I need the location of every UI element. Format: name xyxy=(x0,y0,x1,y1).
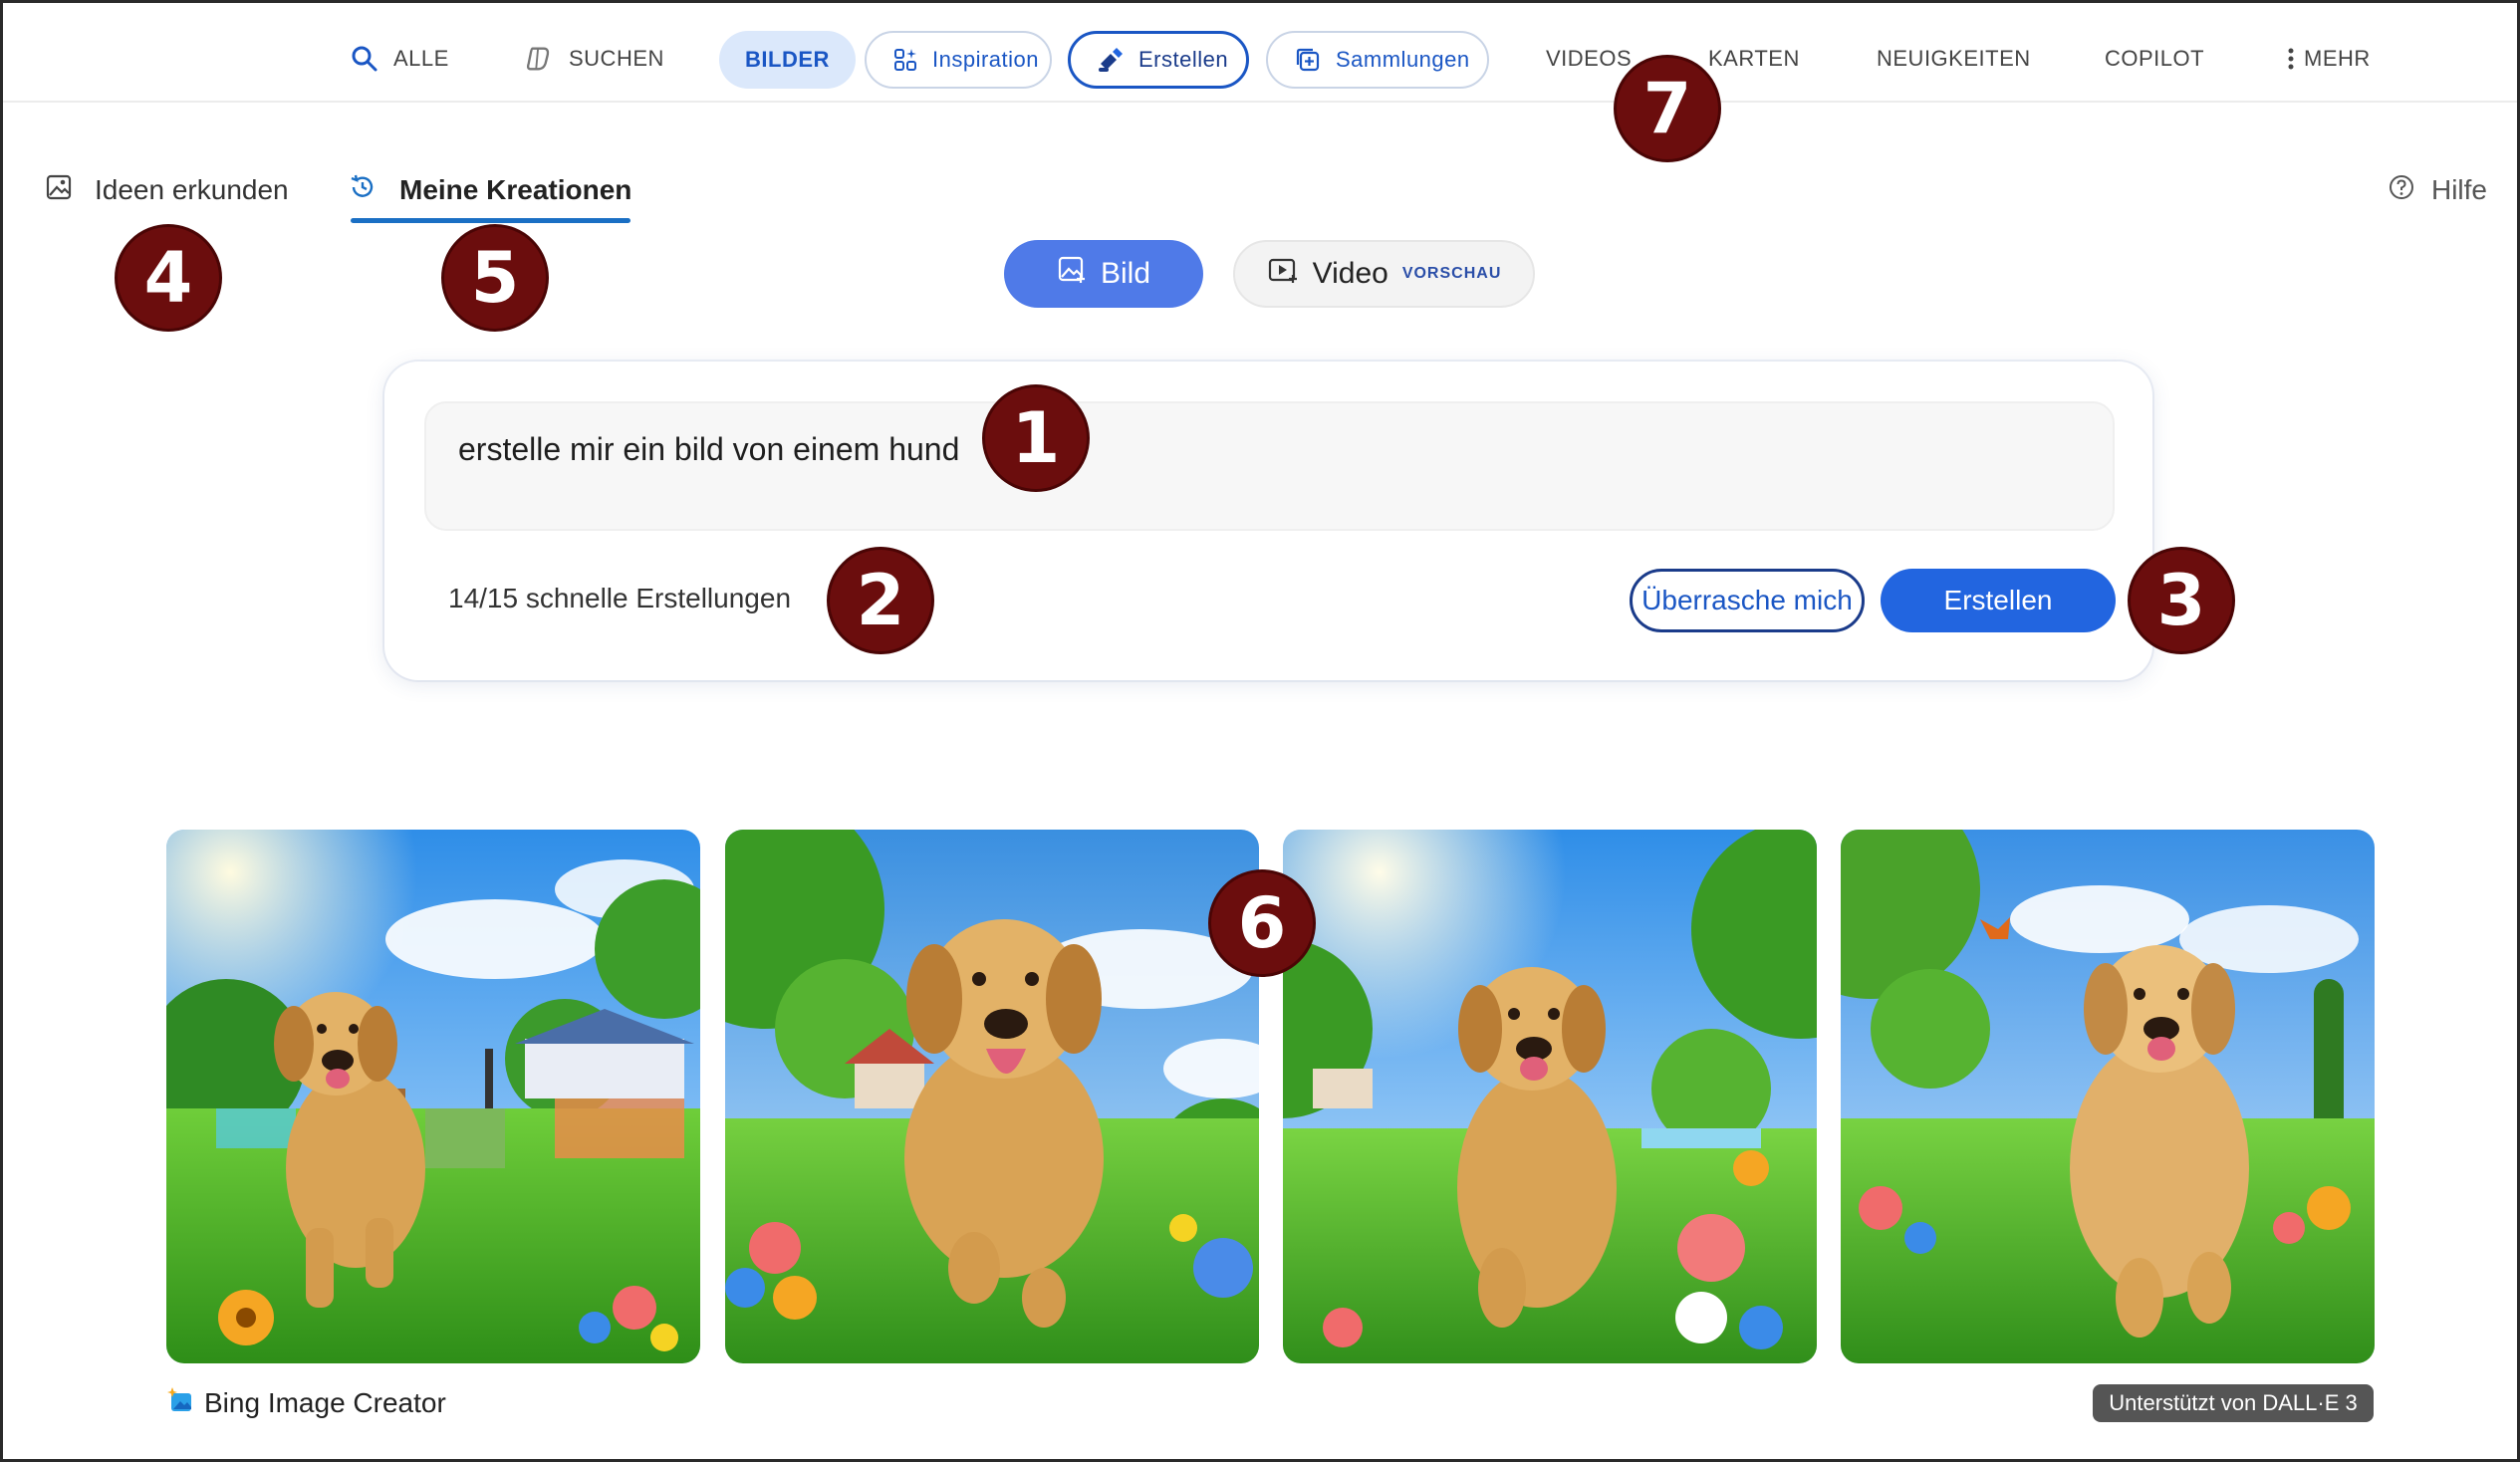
image-plus-icon xyxy=(1057,255,1087,293)
surprise-me-button[interactable]: Überrasche mich xyxy=(1630,569,1865,632)
nav-erstellen[interactable]: Erstellen xyxy=(1068,31,1249,89)
nav-alle[interactable]: ALLE xyxy=(350,29,449,89)
nav-karten[interactable]: KARTEN xyxy=(1708,29,1800,89)
tab-ideen-erkunden-label: Ideen erkunden xyxy=(95,174,289,205)
nav-sammlungen-label: Sammlungen xyxy=(1336,47,1470,72)
nav-mehr-label: MEHR xyxy=(2304,46,2371,71)
create-brush-icon xyxy=(1097,45,1125,75)
nav-videos[interactable]: VIDEOS xyxy=(1546,29,1632,89)
annotation-marker-7: 7 xyxy=(1614,55,1721,162)
nav-neuigkeiten[interactable]: NEUIGKEITEN xyxy=(1877,29,2031,89)
nav-alle-label: ALLE xyxy=(393,46,449,71)
powered-by-badge: Unterstützt von DALL·E 3 xyxy=(2093,1384,2374,1422)
video-icon xyxy=(1267,255,1299,293)
nav-bilder-label: BILDER xyxy=(745,47,830,72)
mode-video-label: Video xyxy=(1312,257,1388,290)
inspiration-icon xyxy=(892,45,918,75)
history-icon xyxy=(348,172,378,209)
copilot-search-icon xyxy=(525,44,555,74)
annotation-marker-5: 5 xyxy=(441,224,549,332)
nav-suchen-label: SUCHEN xyxy=(569,46,664,71)
help-icon xyxy=(2388,173,2415,208)
nav-inspiration[interactable]: Inspiration xyxy=(865,31,1052,89)
result-image-1[interactable] xyxy=(166,830,700,1363)
result-image-3[interactable] xyxy=(1283,830,1817,1363)
annotation-marker-6: 6 xyxy=(1208,869,1316,977)
nav-neuigkeiten-label: NEUIGKEITEN xyxy=(1877,46,2031,71)
nav-karten-label: KARTEN xyxy=(1708,46,1800,71)
nav-inspiration-label: Inspiration xyxy=(932,47,1040,72)
annotation-marker-3: 3 xyxy=(2128,547,2235,654)
image-icon xyxy=(45,173,73,208)
annotation-marker-1: 1 xyxy=(982,384,1090,492)
mode-bild-label: Bild xyxy=(1100,257,1151,290)
top-navigation: ALLE SUCHEN BILDER Inspiration Erstellen xyxy=(3,3,2517,103)
prompt-input-value: erstelle mir ein bild von einem hund xyxy=(458,431,960,467)
annotation-marker-2: 2 xyxy=(827,547,934,654)
result-image-2[interactable] xyxy=(725,830,1259,1363)
nav-copilot-label: COPILOT xyxy=(2105,46,2205,71)
prompt-input[interactable]: erstelle mir ein bild von einem hund xyxy=(424,401,2115,531)
mode-video-button[interactable]: Video VORSCHAU xyxy=(1233,240,1535,308)
nav-erstellen-label: Erstellen xyxy=(1138,47,1229,72)
more-vertical-icon xyxy=(2286,44,2296,74)
nav-bilder[interactable]: BILDER xyxy=(719,31,856,89)
search-icon xyxy=(350,44,379,74)
tab-meine-kreationen-label: Meine Kreationen xyxy=(399,174,632,205)
image-creator-logo-icon xyxy=(166,1385,196,1422)
collections-icon xyxy=(1294,45,1322,75)
nav-videos-label: VIDEOS xyxy=(1546,46,1633,71)
browser-frame: ALLE SUCHEN BILDER Inspiration Erstellen xyxy=(0,0,2520,1462)
annotation-marker-4: 4 xyxy=(115,224,222,332)
nav-sammlungen[interactable]: Sammlungen xyxy=(1266,31,1489,89)
quota-text: 14/15 schnelle Erstellungen xyxy=(448,583,792,613)
prompt-card: erstelle mir ein bild von einem hund 14/… xyxy=(384,362,2152,680)
nav-mehr[interactable]: MEHR xyxy=(2286,29,2371,89)
nav-copilot[interactable]: COPILOT xyxy=(2105,29,2204,89)
preview-badge: VORSCHAU xyxy=(1401,265,1502,282)
mode-bild-button[interactable]: Bild xyxy=(1004,240,1203,308)
help-link[interactable]: Hilfe xyxy=(2388,162,2487,218)
brand-footer: Bing Image Creator xyxy=(166,1383,446,1423)
create-button[interactable]: Erstellen xyxy=(1881,569,2116,632)
result-image-4[interactable] xyxy=(1841,830,2375,1363)
tab-meine-kreationen[interactable]: Meine Kreationen xyxy=(348,162,631,218)
help-label: Hilfe xyxy=(2430,174,2487,205)
active-tab-indicator xyxy=(351,218,630,223)
nav-suchen[interactable]: SUCHEN xyxy=(525,29,664,89)
brand-label: Bing Image Creator xyxy=(204,1387,446,1418)
tab-ideen-erkunden[interactable]: Ideen erkunden xyxy=(45,162,289,218)
